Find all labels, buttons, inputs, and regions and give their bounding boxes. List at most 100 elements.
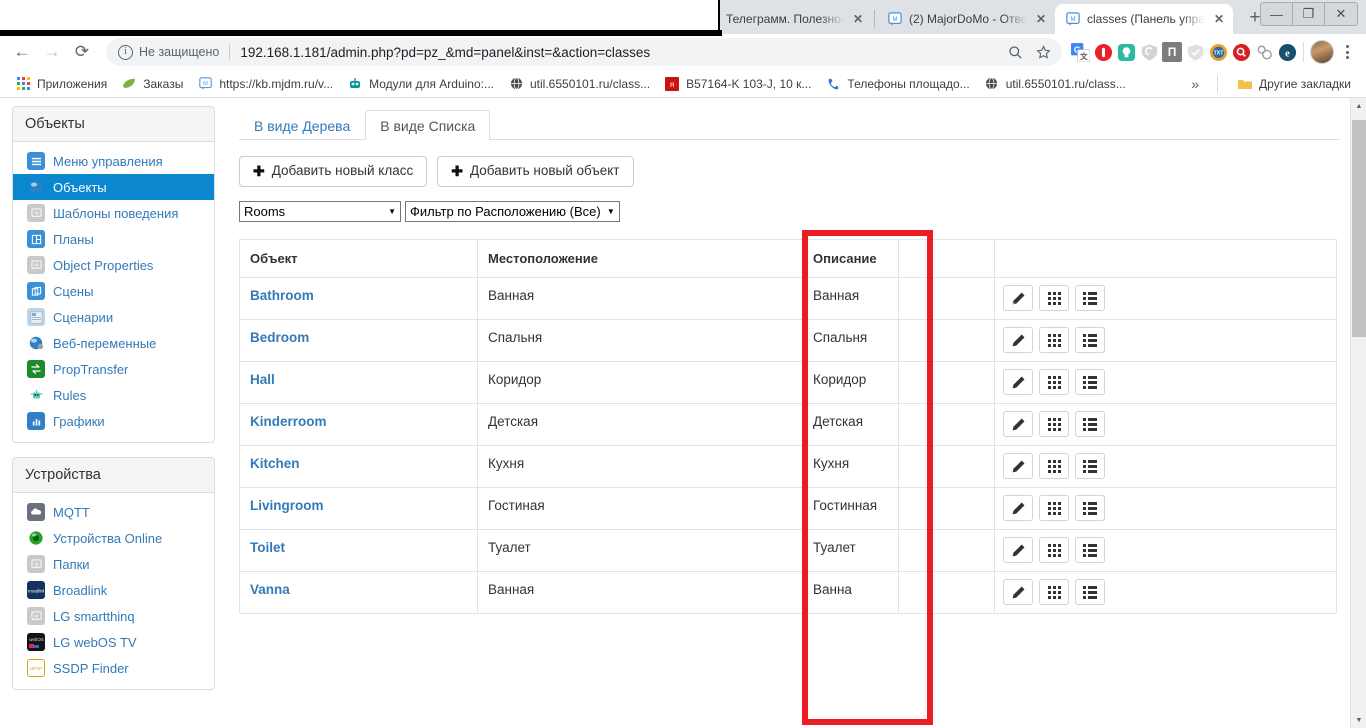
- bookmark-arduino[interactable]: Модули для Arduino:...: [340, 73, 501, 95]
- sidebar-item-plany[interactable]: Планы: [13, 226, 214, 252]
- object-link[interactable]: Livingroom: [250, 498, 324, 513]
- close-icon[interactable]: ✕: [1033, 11, 1049, 27]
- txt-coin-icon[interactable]: TXT: [1208, 42, 1228, 62]
- list-view-button[interactable]: [1075, 285, 1105, 312]
- sidebar-item-scenarii[interactable]: Сценарии: [13, 304, 214, 330]
- browser-tab-1[interactable]: M (2) MajorDoMo - Отве ✕: [877, 4, 1055, 34]
- object-link[interactable]: Kitchen: [250, 456, 300, 471]
- add-new-object-button[interactable]: ✚ Добавить новый объект: [437, 156, 634, 188]
- scrollbar-thumb[interactable]: [1352, 120, 1366, 337]
- sidebar-item-sceny[interactable]: Сцены: [13, 278, 214, 304]
- edit-button[interactable]: [1003, 537, 1033, 564]
- close-icon[interactable]: ✕: [850, 11, 866, 27]
- grid-view-button[interactable]: [1039, 327, 1069, 354]
- sidebar-item-menu-upravleniya[interactable]: Меню управления: [13, 148, 214, 174]
- sidebar-item-rules[interactable]: Rules: [13, 382, 214, 408]
- bookmark-util-2[interactable]: util.6550101.ru/class...: [977, 73, 1133, 95]
- close-icon[interactable]: ✕: [1211, 11, 1227, 27]
- sidebar-item-broadlink[interactable]: broadlink Broadlink: [13, 577, 214, 603]
- sidebar-item-lg-smartthinq[interactable]: M LG smartthinq: [13, 603, 214, 629]
- list-view-button[interactable]: [1075, 495, 1105, 522]
- sidebar-item-ustroystva-online[interactable]: Устройства Online: [13, 525, 214, 551]
- grid-view-button[interactable]: [1039, 285, 1069, 312]
- add-new-class-button[interactable]: ✚ Добавить новый класс: [239, 156, 428, 188]
- bookmark-util-1[interactable]: util.6550101.ru/class...: [501, 73, 657, 95]
- object-link[interactable]: Bathroom: [250, 288, 314, 303]
- object-link[interactable]: Kinderroom: [250, 414, 327, 429]
- edit-button[interactable]: [1003, 327, 1033, 354]
- avatar[interactable]: [1310, 40, 1334, 64]
- grid-view-button[interactable]: [1039, 369, 1069, 396]
- minimize-button[interactable]: —: [1261, 3, 1293, 25]
- list-view-button[interactable]: [1075, 453, 1105, 480]
- bookmark-other[interactable]: Другие закладки: [1230, 73, 1358, 95]
- location-filter-select[interactable]: Фильтр по Расположению (Все) ▼: [405, 201, 620, 223]
- grid-view-button[interactable]: [1039, 495, 1069, 522]
- browser-tab-2[interactable]: M classes (Панель упра ✕: [1055, 4, 1233, 34]
- list-view-button[interactable]: [1075, 411, 1105, 438]
- reload-icon[interactable]: ⟳: [68, 38, 96, 66]
- bookmark-kb-mjdm[interactable]: M https://kb.mjdm.ru/v...: [190, 73, 340, 95]
- sidebar-item-object-properties[interactable]: M Object Properties: [13, 252, 214, 278]
- sidebar-item-mqtt[interactable]: MQTT: [13, 499, 214, 525]
- sidebar-item-veb-peremennye[interactable]: Веб-переменные: [13, 330, 214, 356]
- back-icon[interactable]: ←: [8, 38, 36, 66]
- star-icon[interactable]: [1030, 39, 1056, 65]
- shield-gray-icon[interactable]: [1139, 42, 1159, 62]
- page-scrollbar[interactable]: ▲ ▼: [1350, 98, 1366, 728]
- sidebar-item-shablony-povedeniya[interactable]: M Шаблоны поведения: [13, 200, 214, 226]
- list-view-button[interactable]: [1075, 327, 1105, 354]
- edit-button[interactable]: [1003, 285, 1033, 312]
- address-bar[interactable]: i Не защищено 192.168.1.181/admin.php?pd…: [106, 38, 1062, 66]
- bookmark-b57164[interactable]: я B57164-K 103-J, 10 к...: [657, 73, 818, 95]
- tab-tree-view[interactable]: В виде Дерева: [239, 110, 365, 140]
- chrome-menu-icon[interactable]: [1336, 39, 1358, 65]
- object-link[interactable]: Vanna: [250, 582, 290, 597]
- scroll-down-icon[interactable]: ▼: [1351, 712, 1366, 728]
- edit-button[interactable]: [1003, 369, 1033, 396]
- rings-icon[interactable]: [1254, 42, 1274, 62]
- sidebar-item-grafiki[interactable]: Графики: [13, 408, 214, 434]
- evernote-icon[interactable]: e: [1277, 42, 1297, 62]
- object-link[interactable]: Bedroom: [250, 330, 309, 345]
- lamp-icon[interactable]: [1116, 42, 1136, 62]
- sidebar-item-proptransfer[interactable]: PropTransfer: [13, 356, 214, 382]
- transfer-icon: [27, 360, 45, 378]
- edit-button[interactable]: [1003, 495, 1033, 522]
- class-select[interactable]: Rooms ▼: [239, 201, 401, 223]
- robot-icon: [27, 386, 45, 404]
- edit-button[interactable]: [1003, 453, 1033, 480]
- list-view-button[interactable]: [1075, 369, 1105, 396]
- sidebar-item-obekty[interactable]: Объекты: [13, 174, 214, 200]
- search-red-icon[interactable]: [1231, 42, 1251, 62]
- grid-view-button[interactable]: [1039, 411, 1069, 438]
- bookmark-apps[interactable]: Приложения: [8, 73, 114, 95]
- bookmarks-overflow-icon[interactable]: »: [1185, 76, 1205, 92]
- security-indicator[interactable]: i Не защищено: [118, 44, 219, 60]
- sidebar-item-lg-webos-tv[interactable]: webOS LG webOS TV: [13, 629, 214, 655]
- search-icon[interactable]: [1002, 39, 1028, 65]
- edit-button[interactable]: [1003, 411, 1033, 438]
- grid-view-button[interactable]: [1039, 579, 1069, 606]
- adblock-icon[interactable]: [1093, 42, 1113, 62]
- grid-view-button[interactable]: [1039, 537, 1069, 564]
- list-view-button[interactable]: [1075, 579, 1105, 606]
- sidebar-item-ssdp-finder[interactable]: UPnP SSDP Finder: [13, 655, 214, 681]
- bookmark-orders[interactable]: Заказы: [114, 73, 190, 95]
- bookmark-phones[interactable]: Телефоны площадо...: [818, 73, 976, 95]
- google-translate-icon[interactable]: G文: [1070, 42, 1090, 62]
- shield-check-icon[interactable]: [1185, 42, 1205, 62]
- object-link[interactable]: Hall: [250, 372, 275, 387]
- list-view-button[interactable]: [1075, 537, 1105, 564]
- edit-button[interactable]: [1003, 579, 1033, 606]
- window-close-button[interactable]: ✕: [1325, 3, 1357, 25]
- tab-list-view[interactable]: В виде Списка: [365, 110, 491, 140]
- browser-tab-0[interactable]: Телеграмм. Полезное ✕: [716, 4, 872, 34]
- maximize-button[interactable]: ❐: [1293, 3, 1325, 25]
- scroll-up-icon[interactable]: ▲: [1351, 98, 1366, 114]
- grid-view-button[interactable]: [1039, 453, 1069, 480]
- forward-icon[interactable]: →: [38, 38, 66, 66]
- sidebar-item-papki[interactable]: M Папки: [13, 551, 214, 577]
- object-link[interactable]: Toilet: [250, 540, 285, 555]
- p-letter-icon[interactable]: П: [1162, 42, 1182, 62]
